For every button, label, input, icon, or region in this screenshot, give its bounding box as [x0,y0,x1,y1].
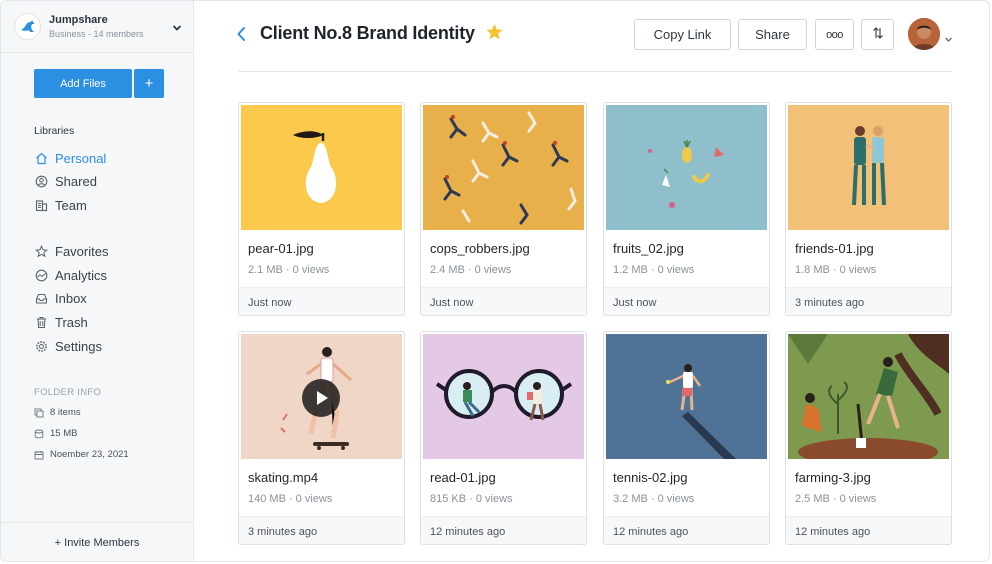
sidebar-item-label: Personal [55,151,107,166]
sidebar-item-settings[interactable]: Settings [34,339,102,354]
sidebar-item-label: Shared [55,174,97,189]
file-name: skating.mp4 [248,470,319,485]
file-card[interactable]: skating.mp4 140 MB · 0 views 3 minutes a… [238,331,405,545]
inbox-icon [34,292,48,306]
items-icon [34,408,44,418]
file-card[interactable]: tennis-02.jpg 3.2 MB · 0 views 12 minute… [603,331,770,545]
workspace-subtitle: Business - 14 members [49,29,144,39]
file-card[interactable]: farming-3.jpg 2.5 MB · 0 views 12 minute… [785,331,952,545]
libraries-heading: Libraries [34,125,75,137]
sidebar-item-personal[interactable]: Personal [34,151,106,166]
file-name: cops_robbers.jpg [430,241,530,256]
sidebar-item-label: Team [55,198,87,213]
file-meta: 1.8 MB · 0 views [795,264,877,276]
folder-info-label: 8 items [50,407,81,418]
file-meta: 815 KB · 0 views [430,493,513,505]
header-divider [238,71,952,72]
chevron-down-icon[interactable] [172,19,182,37]
chevron-down-icon[interactable] [944,30,953,48]
star-outline-icon [34,245,48,259]
sidebar-item-label: Trash [55,315,88,330]
sidebar-item-label: Favorites [55,244,109,259]
sidebar-item-label: Settings [55,339,102,354]
sidebar-item-trash[interactable]: Trash [34,315,88,330]
folder-info-label: Noember 23, 2021 [50,449,129,460]
workspace-name: Jumpshare [49,14,108,26]
back-arrow-icon[interactable] [235,25,247,48]
file-timestamp: 12 minutes ago [604,516,769,544]
page-title: Client No.8 Brand Identity [260,23,475,43]
kangaroo-logo-icon [14,13,41,40]
tennis-thumbnail [606,334,767,459]
invite-members-button[interactable]: + Invite Members [1,522,193,561]
folder-info-heading: FOLDER INFO [34,387,102,398]
file-card[interactable]: fruits_02.jpg 1.2 MB · 0 views Just now [603,102,770,316]
share-button[interactable]: Share [738,19,807,50]
sidebar-item-shared[interactable]: Shared [34,174,97,189]
file-meta: 2.5 MB · 0 views [795,493,877,505]
file-timestamp: Just now [421,287,586,315]
file-name: tennis-02.jpg [613,470,688,485]
sidebar-item-favorites[interactable]: Favorites [34,244,108,259]
file-name: pear-01.jpg [248,241,314,256]
gear-icon [34,340,48,354]
sidebar: Jumpshare Business - 14 members Add File… [1,1,194,561]
team-icon [34,199,48,213]
reading-thumbnail [423,334,584,459]
pear-thumbnail [241,105,402,230]
sidebar-item-analytics[interactable]: Analytics [34,268,107,283]
cops-robbers-thumbnail [423,105,584,230]
fruits-thumbnail [606,105,767,230]
add-new-button[interactable]: + [134,69,164,98]
analytics-icon [34,269,48,283]
file-card[interactable]: read-01.jpg 815 KB · 0 views 12 minutes … [420,331,587,545]
calendar-icon [34,450,44,460]
workspace-switcher[interactable]: Jumpshare Business - 14 members [1,1,193,53]
sidebar-item-inbox[interactable]: Inbox [34,291,87,306]
app-window: Jumpshare Business - 14 members Add File… [0,0,990,562]
file-timestamp: 3 minutes ago [786,287,951,315]
file-timestamp: 3 minutes ago [239,516,404,544]
trash-icon [34,316,48,330]
add-files-button[interactable]: Add Files [34,69,132,98]
file-name: farming-3.jpg [795,470,871,485]
copy-link-button[interactable]: Copy Link [634,19,731,50]
play-icon[interactable] [301,378,341,418]
more-options-button[interactable]: ooo [815,19,854,50]
file-name: read-01.jpg [430,470,496,485]
file-timestamp: Just now [239,287,404,315]
file-name: friends-01.jpg [795,241,874,256]
file-meta: 1.2 MB · 0 views [613,264,695,276]
sidebar-item-label: Analytics [55,268,108,283]
favorite-star-icon[interactable] [485,23,504,46]
file-name: fruits_02.jpg [613,241,684,256]
file-timestamp: 12 minutes ago [786,516,951,544]
file-meta: 2.4 MB · 0 views [430,264,512,276]
sort-arrows-icon [872,26,884,43]
file-card[interactable]: pear-01.jpg 2.1 MB · 0 views Just now [238,102,405,316]
farming-thumbnail [788,334,949,459]
sidebar-item-label: Inbox [55,291,87,306]
file-meta: 3.2 MB · 0 views [613,493,695,505]
file-meta: 140 MB · 0 views [248,493,333,505]
file-timestamp: 12 minutes ago [421,516,586,544]
sort-button[interactable] [861,19,894,50]
avatar[interactable] [908,18,940,50]
folder-info-items: 8 items [34,407,81,418]
file-timestamp: Just now [604,287,769,315]
folder-info-label: 15 MB [50,428,78,439]
sidebar-item-team[interactable]: Team [34,198,87,213]
shared-icon [34,175,48,189]
folder-info-date: Noember 23, 2021 [34,449,129,460]
friends-thumbnail [788,105,949,230]
file-card[interactable]: friends-01.jpg 1.8 MB · 0 views 3 minute… [785,102,952,316]
file-card[interactable]: cops_robbers.jpg 2.4 MB · 0 views Just n… [420,102,587,316]
folder-info-size: 15 MB [34,428,77,439]
home-icon [34,152,48,166]
storage-icon [34,429,44,439]
file-meta: 2.1 MB · 0 views [248,264,330,276]
